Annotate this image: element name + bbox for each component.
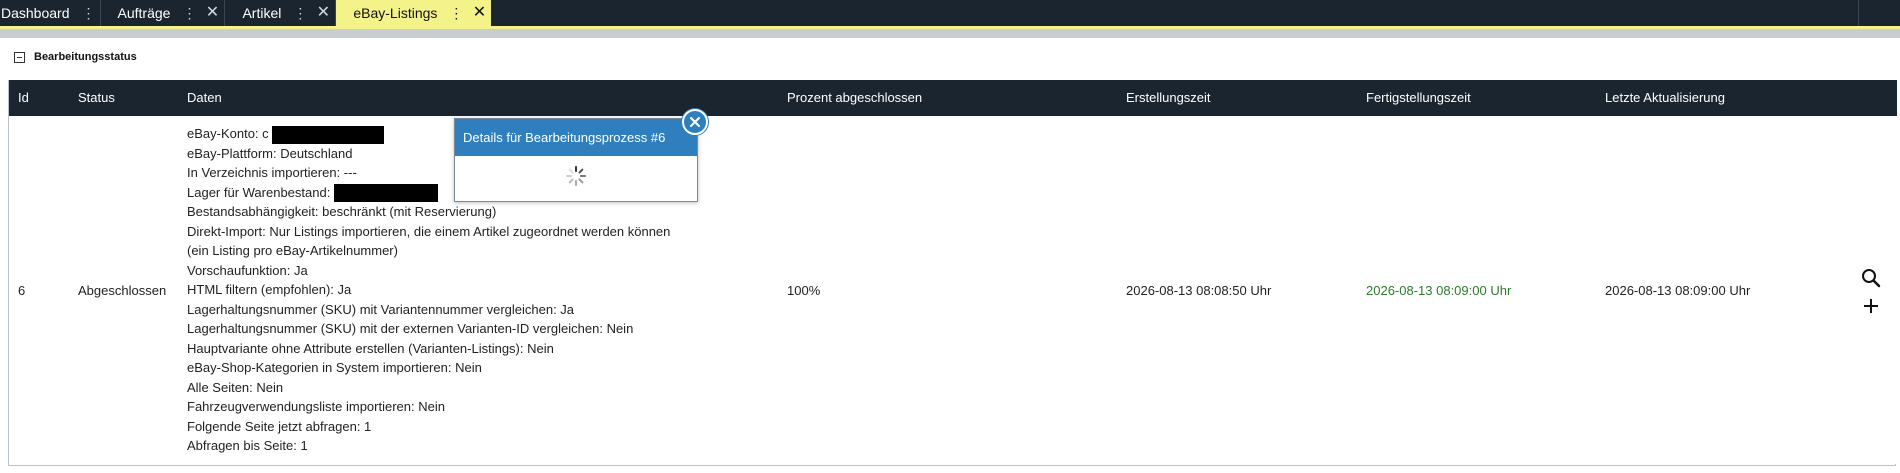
row-updated: 2026-08-13 08:09:00 Uhr bbox=[1605, 282, 1751, 298]
loading-spinner-icon bbox=[565, 165, 587, 187]
tabbar-end bbox=[1858, 0, 1900, 26]
row-finished: 2026-08-13 08:09:00 Uhr bbox=[1366, 282, 1512, 298]
section-title: Bearbeitungsstatus bbox=[34, 51, 137, 63]
detail-line: Lagerhaltungsnummer (SKU) mit Variantenn… bbox=[187, 301, 575, 317]
tab-bar: Dashboard ⋮ Aufträge ⋮ ✕ Artikel ⋮ ✕ eBa… bbox=[0, 0, 1900, 26]
detail-line: Alle Seiten: Nein bbox=[187, 379, 284, 395]
column-header-letzte-aktualisierung[interactable]: Letzte Aktualisierung bbox=[1605, 80, 1725, 116]
tab-label: eBay-Listings bbox=[353, 5, 438, 21]
detail-line: Fahrzeugverwendungsliste importieren: Ne… bbox=[187, 399, 445, 414]
close-icon[interactable]: ✕ bbox=[467, 0, 491, 26]
column-header-status[interactable]: Status bbox=[78, 80, 115, 116]
modal-body bbox=[455, 156, 697, 201]
detail-line: Folgende Seite jetzt abfragen: 1 bbox=[187, 418, 372, 434]
detail-line: eBay-Shop-Kategorien in System importier… bbox=[187, 360, 482, 375]
detail-line: Direkt-Import: Nur Listings importieren,… bbox=[187, 223, 671, 239]
tab-label: Artikel bbox=[242, 5, 282, 21]
column-header-erstellungszeit[interactable]: Erstellungszeit bbox=[1126, 80, 1211, 116]
close-icon[interactable]: ✕ bbox=[200, 0, 224, 26]
redacted-block bbox=[333, 184, 438, 203]
detail-line: (ein Listing pro eBay-Artikelnummer) bbox=[187, 243, 398, 258]
detail-line: Vorschaufunktion: Ja bbox=[187, 262, 308, 278]
process-table: Id Status Daten Prozent abgeschlossen Er… bbox=[8, 80, 1897, 466]
column-header-fertigstellungszeit[interactable]: Fertigstellungszeit bbox=[1366, 80, 1471, 116]
row-status: Abgeschlossen bbox=[78, 282, 167, 298]
detail-line: Lagerhaltungsnummer (SKU) mit der extern… bbox=[187, 321, 634, 336]
tab-ebay-listings[interactable]: eBay-Listings ⋮ ✕ bbox=[336, 0, 492, 26]
kebab-menu-icon[interactable]: ⋮ bbox=[445, 0, 467, 26]
tab-artikel[interactable]: Artikel ⋮ ✕ bbox=[225, 0, 337, 26]
detail-line: Bestandsabhängigkeit: beschränkt (mit Re… bbox=[187, 204, 497, 219]
tab-auftraege[interactable]: Aufträge ⋮ ✕ bbox=[101, 0, 226, 26]
row-created: 2026-08-13 08:08:50 Uhr bbox=[1126, 282, 1272, 298]
column-header-prozent[interactable]: Prozent abgeschlossen bbox=[787, 80, 922, 116]
tab-label: Dashboard bbox=[1, 5, 70, 21]
collapse-minus-icon[interactable] bbox=[14, 51, 25, 63]
table-header: Id Status Daten Prozent abgeschlossen Er… bbox=[9, 80, 1897, 116]
modal-title: Details für Bearbeitungsprozess #6 bbox=[455, 119, 697, 156]
section-header: Bearbeitungsstatus bbox=[14, 51, 137, 63]
kebab-menu-icon[interactable]: ⋮ bbox=[178, 0, 200, 26]
kebab-menu-icon[interactable]: ⋮ bbox=[289, 0, 311, 26]
search-icon[interactable] bbox=[1859, 266, 1883, 290]
detail-line: HTML filtern (empfohlen): Ja bbox=[187, 282, 352, 297]
details-modal: Details für Bearbeitungsprozess #6 bbox=[454, 118, 698, 202]
detail-line: Hauptvariante ohne Attribute erstellen (… bbox=[187, 340, 554, 356]
column-header-daten[interactable]: Daten bbox=[187, 80, 222, 116]
table-row[interactable]: 6 Abgeschlossen eBay-Konto: c eBay-Platt… bbox=[9, 116, 1897, 464]
row-id: 6 bbox=[18, 282, 26, 298]
column-header-id[interactable]: Id bbox=[18, 80, 29, 116]
plus-icon[interactable] bbox=[1859, 294, 1883, 318]
tab-label: Aufträge bbox=[117, 5, 171, 21]
toolbar-band bbox=[0, 29, 1900, 38]
close-icon[interactable] bbox=[682, 109, 708, 135]
tab-dashboard[interactable]: Dashboard ⋮ bbox=[0, 0, 101, 26]
kebab-menu-icon[interactable]: ⋮ bbox=[78, 0, 100, 26]
row-actions bbox=[1859, 116, 1889, 464]
redacted-block bbox=[272, 125, 385, 144]
row-percent: 100% bbox=[787, 282, 821, 298]
close-icon[interactable]: ✕ bbox=[311, 0, 335, 26]
detail-line: Abfragen bis Seite: 1 bbox=[187, 438, 308, 453]
